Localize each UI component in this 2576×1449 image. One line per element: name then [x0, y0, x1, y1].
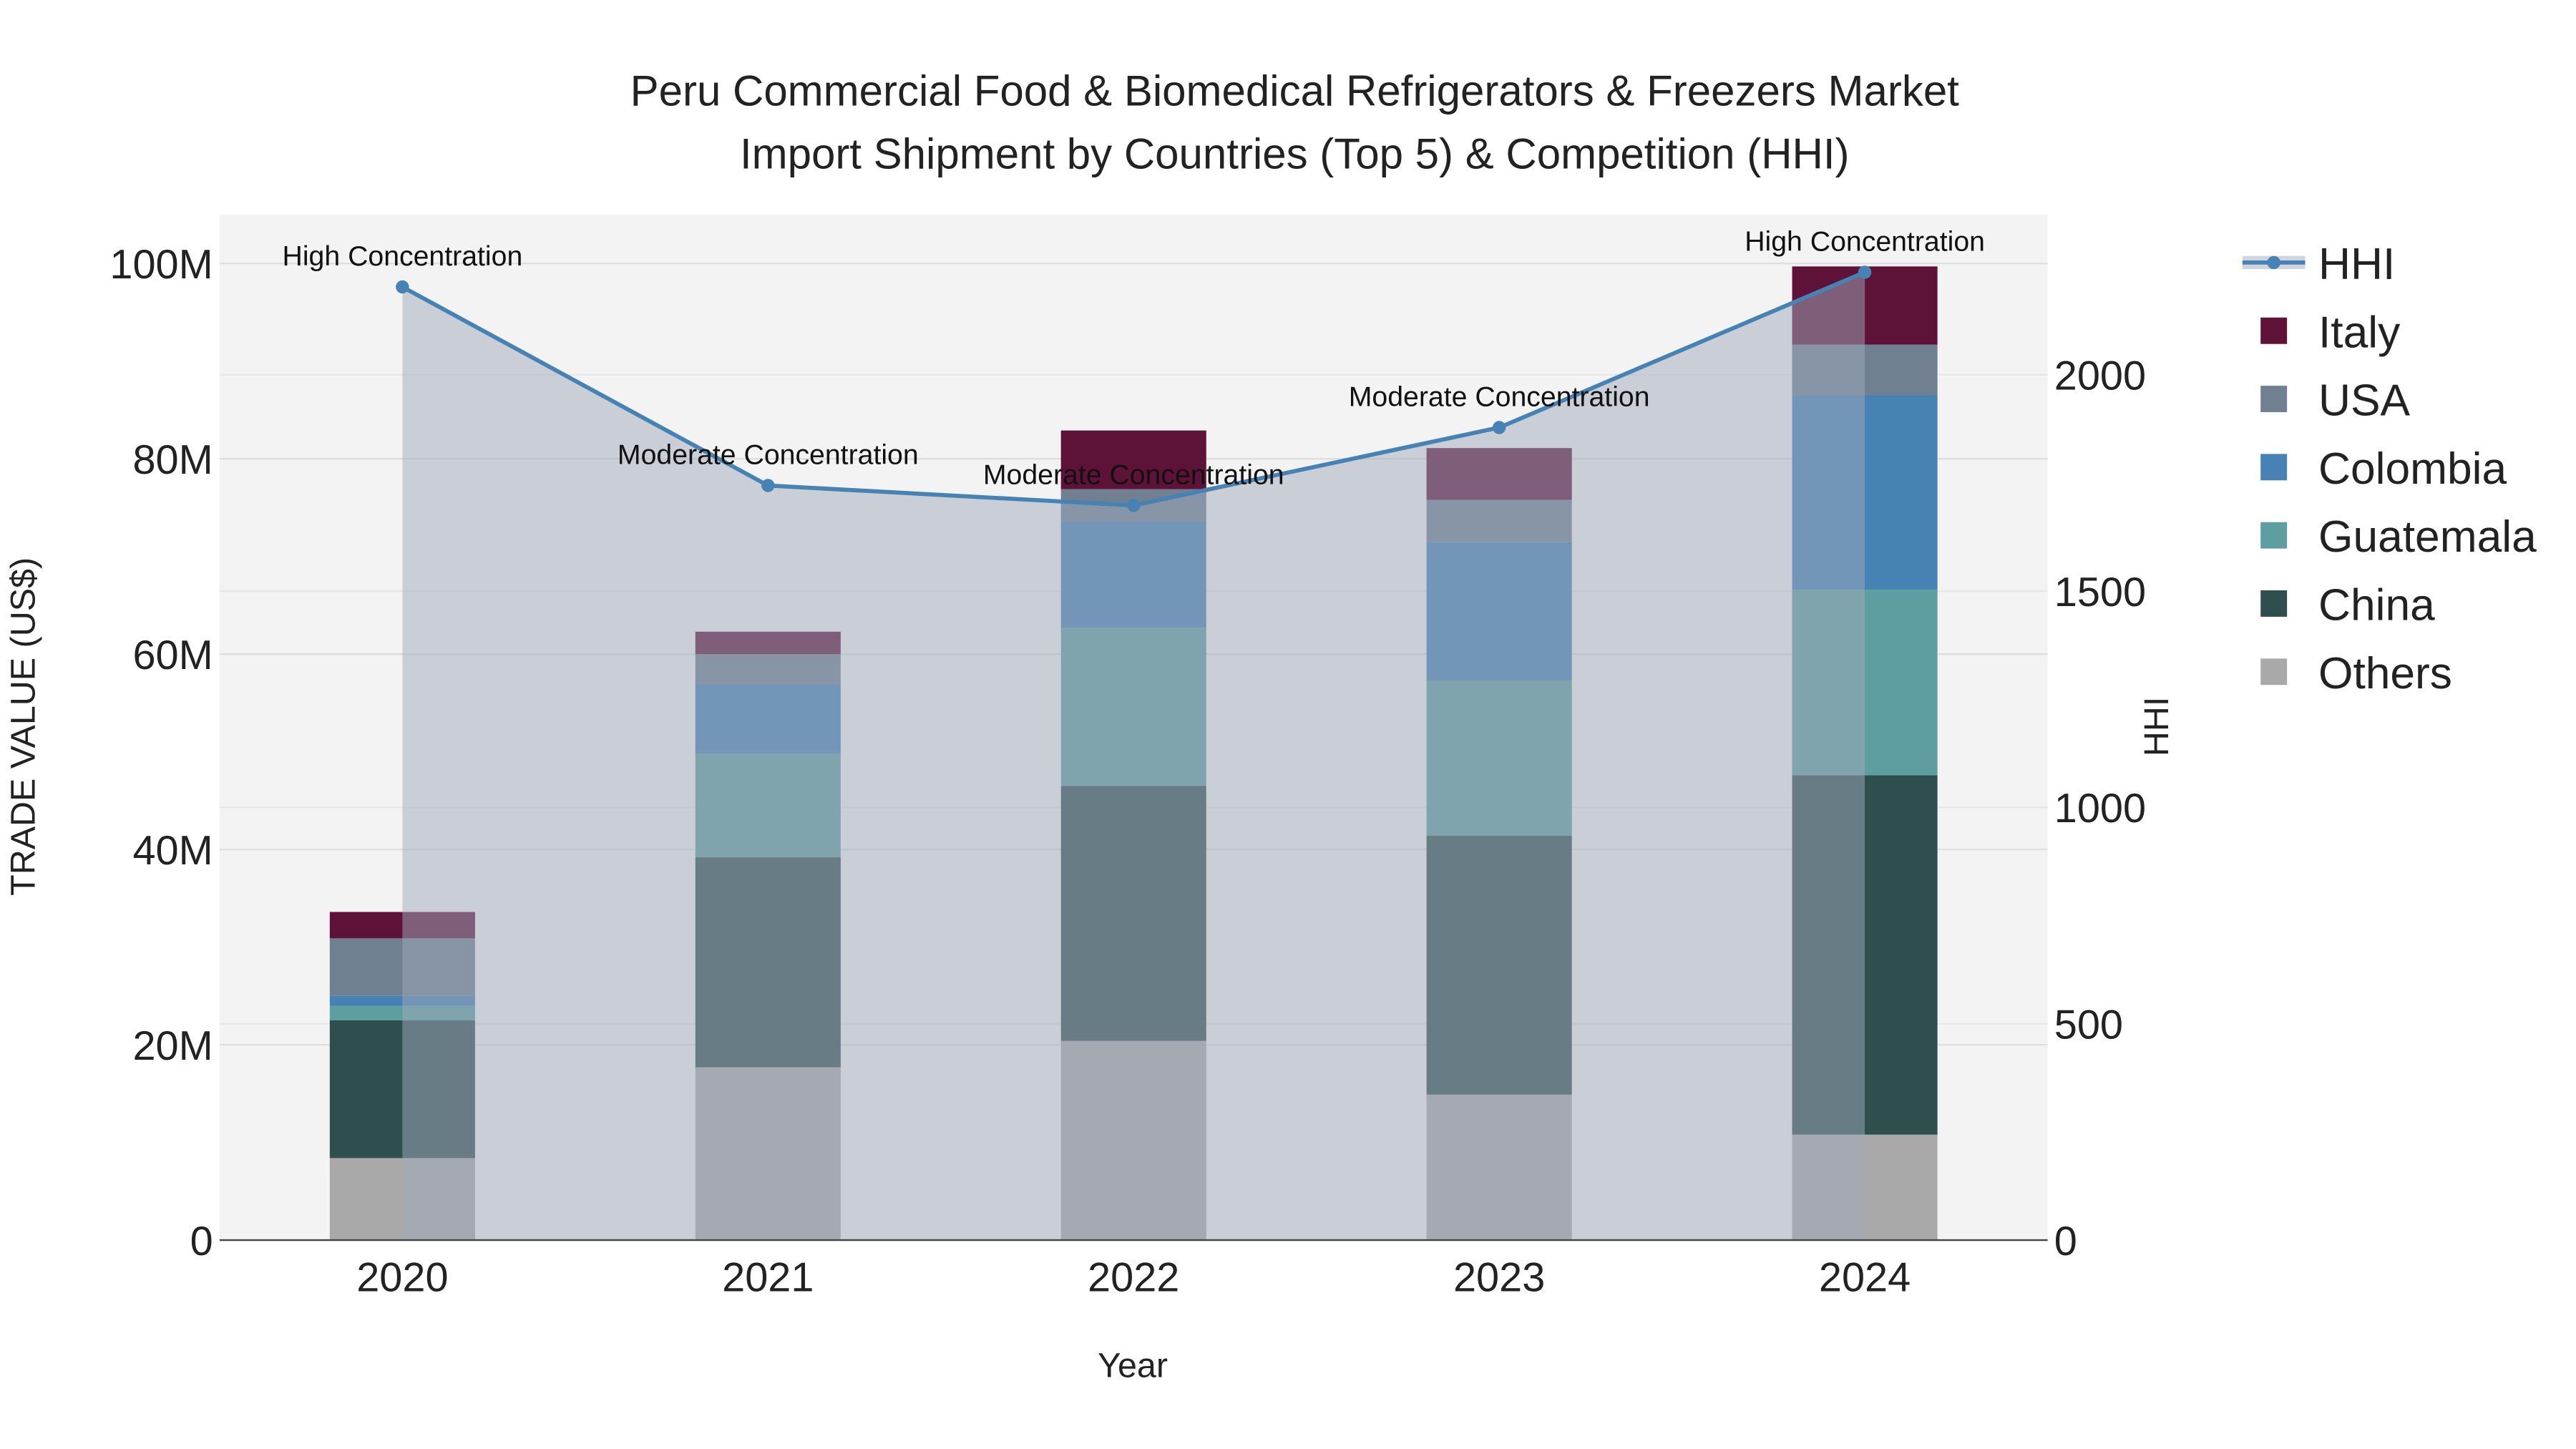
x-tick-label: 2020 — [356, 1255, 448, 1301]
y-tick-label: 20M — [132, 1023, 213, 1069]
hhi-annotation: Moderate Concentration — [1349, 381, 1650, 412]
y-tick-label: 40M — [132, 828, 213, 874]
y-tick-label: 80M — [132, 437, 213, 483]
hhi-annotation: High Concentration — [283, 240, 523, 272]
legend-swatch-guatemala — [2260, 522, 2288, 549]
chart-title-line1: Peru Commercial Food & Biomedical Refrig… — [630, 67, 1960, 115]
x-axis-label: Year — [1098, 1347, 1168, 1385]
y2-tick-label: 1000 — [2054, 786, 2146, 831]
legend: HHI Italy USA Colombia Guatemala China Others — [2242, 240, 2537, 698]
x-tick-label: 2023 — [1453, 1255, 1545, 1301]
y-tick-label: 60M — [132, 633, 213, 678]
x-tick-label: 2021 — [722, 1255, 814, 1301]
legend-swatch-usa — [2260, 386, 2288, 412]
hhi-annotation: Moderate Concentration — [983, 459, 1284, 490]
legend-swatch-hhi-marker — [2267, 255, 2280, 270]
y2-tick-label: 500 — [2054, 1002, 2123, 1048]
x-tick-label: 2024 — [1819, 1255, 1911, 1301]
legend-label-guatemala: Guatemala — [2318, 512, 2537, 562]
legend-swatch-others — [2260, 658, 2288, 686]
y2-tick-label: 0 — [2054, 1219, 2077, 1264]
hhi-annotation: Moderate Concentration — [618, 439, 919, 471]
x-tick-label: 2022 — [1088, 1255, 1179, 1301]
legend-label-usa: USA — [2318, 376, 2411, 426]
y2-tick-label: 1500 — [2054, 570, 2146, 615]
hhi-point-2024 — [1858, 265, 1872, 279]
y-axis-label: TRADE VALUE (US$) — [4, 557, 42, 896]
y-tick-label: 0 — [190, 1219, 213, 1264]
legend-label-others: Others — [2318, 649, 2452, 698]
legend-label-colombia: Colombia — [2318, 444, 2507, 494]
legend-label-italy: Italy — [2318, 308, 2401, 357]
y2-tick-label: 2000 — [2054, 353, 2146, 399]
chart-title-line2: Import Shipment by Countries (Top 5) & C… — [740, 130, 1850, 177]
hhi-point-2023 — [1492, 421, 1506, 434]
legend-swatch-italy — [2260, 317, 2288, 344]
hhi-annotation: High Concentration — [1745, 225, 1985, 257]
y-tick-label: 100M — [109, 242, 213, 288]
chart: Peru Commercial Food & Biomedical Refrig… — [4, 67, 2537, 1385]
legend-label-china: China — [2318, 581, 2435, 630]
hhi-point-2021 — [761, 479, 775, 492]
hhi-point-2022 — [1127, 499, 1141, 512]
hhi-point-2020 — [396, 280, 409, 294]
legend-swatch-colombia — [2260, 454, 2288, 481]
legend-label-hhi: HHI — [2318, 240, 2395, 289]
legend-swatch-china — [2260, 590, 2288, 617]
y2-axis-label: HHI — [2137, 697, 2176, 756]
